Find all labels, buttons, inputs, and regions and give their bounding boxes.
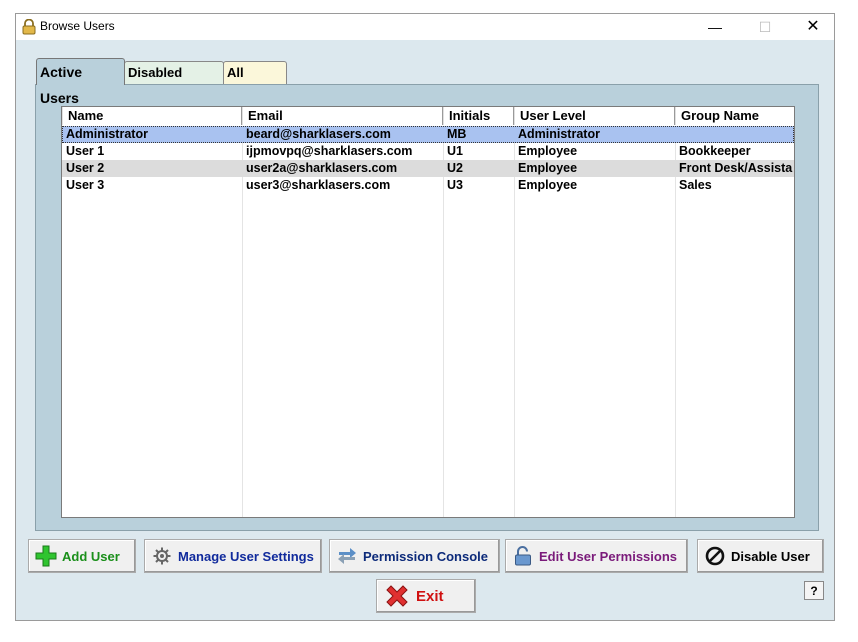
exit-label: Exit	[416, 587, 444, 605]
permission-console-button[interactable]: Permission Console	[329, 539, 500, 573]
cell-name: User 3	[66, 178, 105, 192]
tab-active-users[interactable]: Active Users	[36, 58, 125, 106]
cell-initials: MB	[447, 127, 467, 141]
cell-user-level: Administrator	[518, 127, 600, 141]
table-row[interactable]: User 1 ijpmovpq@sharklasers.com U1 Employee…	[62, 143, 794, 160]
window-title: Browse Users	[40, 19, 115, 33]
prohibited-icon	[704, 545, 726, 567]
cell-email: beard@sharklasers.com	[246, 127, 391, 141]
column-header-name[interactable]: Name	[62, 107, 242, 125]
cell-group-name: Sales	[679, 178, 712, 192]
table-row[interactable]: User 2 user2a@sharklasers.com U2 Employee Fr…	[62, 160, 794, 177]
manage-user-settings-button[interactable]: Manage User Settings	[144, 539, 322, 573]
help-button[interactable]: ?	[804, 581, 824, 600]
column-header-group-name[interactable]: Group Name	[675, 107, 794, 125]
cell-group-name: Front Desk/Assista	[679, 161, 793, 175]
maximize-button[interactable]: ☐	[742, 14, 788, 40]
add-user-label: Add User	[62, 548, 120, 564]
cell-user-level: Employee	[518, 144, 578, 158]
cell-email: user3@sharklasers.com	[246, 178, 391, 192]
table-header: Name Email Initials User Level Group Name	[62, 107, 794, 127]
add-user-button[interactable]: Add User	[28, 539, 136, 573]
permission-console-label: Permission Console	[363, 548, 488, 564]
browse-users-window: Browse Users — ☐ ✕ Active Users Disabled…	[15, 13, 835, 621]
close-button[interactable]: ✕	[790, 14, 836, 40]
disable-user-button[interactable]: Disable User	[697, 539, 824, 573]
exit-button[interactable]: Exit	[376, 579, 476, 613]
cell-email: ijpmovpq@sharklasers.com	[246, 144, 413, 158]
cell-email: user2a@sharklasers.com	[246, 161, 398, 175]
column-header-user-level[interactable]: User Level	[514, 107, 675, 125]
edit-user-permissions-label: Edit User Permissions	[539, 548, 677, 564]
column-header-email[interactable]: Email	[242, 107, 443, 125]
unlock-icon	[512, 545, 534, 567]
x-icon	[383, 582, 411, 610]
edit-user-permissions-button[interactable]: Edit User Permissions	[505, 539, 688, 573]
cell-initials: U3	[447, 178, 463, 192]
cell-initials: U1	[447, 144, 463, 158]
table-row[interactable]: Administrator beard@sharklasers.com MB Admi…	[62, 126, 794, 143]
gear-icon	[151, 545, 173, 567]
title-bar: Browse Users — ☐ ✕	[16, 14, 834, 40]
column-header-initials[interactable]: Initials	[443, 107, 514, 125]
manage-user-settings-label: Manage User Settings	[178, 548, 314, 564]
padlock-icon	[22, 18, 36, 40]
cell-group-name	[675, 126, 794, 143]
users-table[interactable]: Name Email Initials User Level Group Name Ad…	[61, 106, 795, 518]
tab-all-users[interactable]: All Users	[223, 61, 287, 102]
cell-user-level: Employee	[518, 178, 578, 192]
cell-name: User 1	[66, 144, 105, 158]
cell-initials: U2	[447, 161, 463, 175]
cell-name: User 2	[66, 161, 105, 175]
minimize-button[interactable]: —	[692, 14, 738, 40]
tab-panel: Name Email Initials User Level Group Name Ad…	[35, 84, 819, 531]
arrows-icon	[336, 545, 358, 567]
table-row[interactable]: User 3 user3@sharklasers.com U3 Employee Sal…	[62, 177, 794, 194]
cell-name: Administrator	[66, 127, 148, 141]
plus-icon	[35, 545, 57, 567]
cell-user-level: Employee	[518, 161, 578, 175]
disable-user-label: Disable User	[731, 548, 810, 564]
cell-group-name: Bookkeeper	[679, 144, 751, 158]
tab-disabled-users[interactable]: Disabled Users	[124, 61, 224, 102]
